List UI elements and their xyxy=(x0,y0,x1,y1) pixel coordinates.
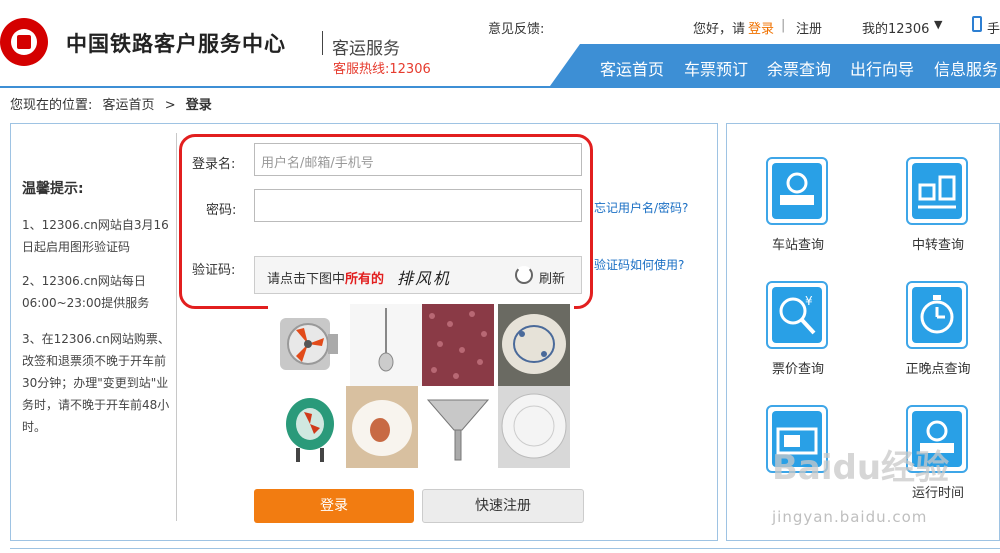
fare-icon: ¥ xyxy=(766,281,828,349)
nav-home[interactable]: 客运首页 xyxy=(600,56,664,80)
service-punctuality-query[interactable]: 正晚点查询 xyxy=(888,281,988,391)
nav-booking[interactable]: 车票预订 xyxy=(684,56,748,80)
breadcrumb-prefix: 您现在的位置: xyxy=(10,98,93,113)
svg-text:¥: ¥ xyxy=(805,294,813,308)
register-link[interactable]: 注册 xyxy=(796,18,822,37)
captcha-image-food-plate[interactable] xyxy=(346,386,418,468)
header-divider xyxy=(0,86,1000,88)
breadcrumb-separator: > xyxy=(164,98,176,113)
railway-logo-emblem xyxy=(11,29,37,55)
clock-icon xyxy=(906,281,968,349)
feedback-label: 意见反馈: xyxy=(488,22,545,37)
captcha-prompt: 请点击下图中所有的 xyxy=(267,268,384,287)
captcha-grid xyxy=(268,298,574,474)
topbar-separator: | xyxy=(781,18,786,33)
nav-remaining-tickets[interactable]: 余票查询 xyxy=(767,56,831,80)
service-label: 运行时间 xyxy=(911,486,964,501)
mobile-icon[interactable] xyxy=(972,16,982,32)
captcha-label: 验证码: xyxy=(192,263,236,278)
service-label: 车站查询 xyxy=(771,238,824,253)
captcha-target-word: 排风机 xyxy=(397,269,452,288)
username-label: 登录名: xyxy=(192,157,236,172)
captcha-image-toilet-brush[interactable] xyxy=(350,304,422,386)
form-divider xyxy=(176,133,177,521)
nav-travel-guide[interactable]: 出行向导 xyxy=(850,56,914,80)
captcha-image-axial-fan[interactable] xyxy=(274,386,346,468)
service-runtime-query[interactable]: 运行时间 xyxy=(888,405,988,515)
service-transfer-query[interactable]: 中转查询 xyxy=(888,157,988,267)
mobile-link[interactable]: 手 xyxy=(987,18,1000,37)
captcha-prompt-text: 请点击下图中 xyxy=(267,272,346,287)
hotline: 客服热线:12306 xyxy=(333,62,431,77)
greeting: 您好，请 xyxy=(693,22,746,37)
brand-title: 中国铁路客户服务中心 xyxy=(66,31,286,56)
password-input[interactable] xyxy=(254,189,582,222)
railway-logo[interactable] xyxy=(0,18,48,66)
captcha-image-red-beans[interactable] xyxy=(422,304,494,386)
feedback-input[interactable] xyxy=(553,13,678,35)
quick-register-button[interactable]: 快速注册 xyxy=(422,489,584,523)
train-icon xyxy=(906,405,968,473)
header: 中国铁路客户服务中心 客运服务 客服热线:12306 意见反馈: 您好，请 登录… xyxy=(0,0,1000,88)
refresh-button[interactable]: 刷新 xyxy=(539,268,565,287)
main-nav: 客运首页 车票预订 余票查询 出行向导 信息服务 xyxy=(550,44,1000,86)
captcha-prompt-highlight: 所有的 xyxy=(345,272,385,287)
ticket-icon xyxy=(766,405,828,473)
service-label: 正晚点查询 xyxy=(905,362,971,377)
username-input[interactable]: 用户名/邮箱/手机号 xyxy=(254,143,582,176)
breadcrumb: 您现在的位置: 客运首页 > 登录 xyxy=(10,94,218,113)
service-label: 中转查询 xyxy=(911,238,964,253)
forgot-password-link[interactable]: 忘记用户名/密码? xyxy=(594,199,688,216)
captcha-image-white-plate[interactable] xyxy=(498,386,570,468)
station-icon xyxy=(766,157,828,225)
service-ticket-query[interactable] xyxy=(748,405,848,515)
refresh-icon[interactable] xyxy=(515,266,533,284)
service-station-query[interactable]: 车站查询 xyxy=(748,157,848,267)
captcha-image-porcelain-plate[interactable] xyxy=(498,304,570,386)
login-button[interactable]: 登录 xyxy=(254,489,414,523)
tip-item-2: 2、12306.cn网站每日06:00~23:00提供服务 xyxy=(22,274,150,310)
breadcrumb-home[interactable]: 客运首页 xyxy=(103,98,155,113)
captcha-image-exhaust-fan[interactable] xyxy=(274,304,346,386)
tip-item-1: 1、12306.cn网站自3月16日起启用图形验证码 xyxy=(22,218,169,254)
transfer-icon xyxy=(906,157,968,225)
tip-item-3: 3、在12306.cn网站购票、改签和退票须不晚于开车前30分钟；办理"变更到站… xyxy=(22,332,170,434)
login-link[interactable]: 登录 xyxy=(748,18,774,37)
nav-info-service[interactable]: 信息服务 xyxy=(934,56,998,80)
password-label: 密码: xyxy=(206,203,237,218)
captcha-prompt-bar: 请点击下图中所有的 排风机 刷新 xyxy=(254,256,582,294)
service-label: 票价查询 xyxy=(771,362,824,377)
brand-subtitle: 客运服务 xyxy=(332,39,400,59)
tips-title: 温馨提示: xyxy=(22,181,84,197)
captcha-image-steel-funnel[interactable] xyxy=(422,386,494,468)
chevron-down-icon[interactable]: ▼ xyxy=(934,18,942,31)
service-fare-query[interactable]: ¥ 票价查询 xyxy=(748,281,848,391)
my-12306-menu[interactable]: 我的12306 xyxy=(862,18,929,37)
breadcrumb-current: 登录 xyxy=(185,98,212,113)
brand-divider xyxy=(322,31,323,55)
captcha-help-link[interactable]: 验证码如何使用? xyxy=(594,256,684,273)
footer-divider xyxy=(10,548,1000,549)
